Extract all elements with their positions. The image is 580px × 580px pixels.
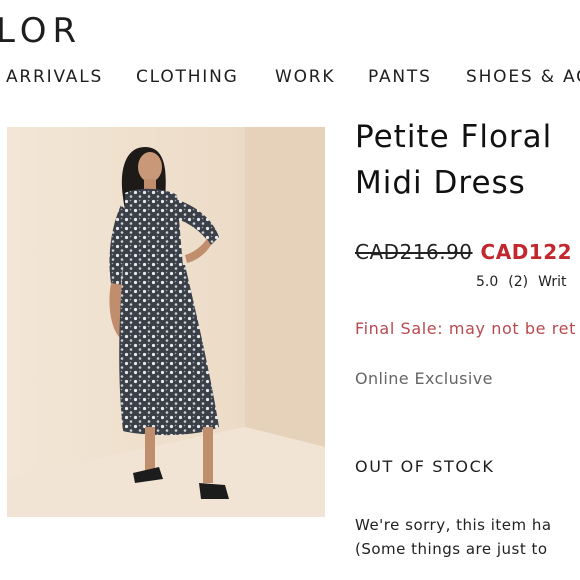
rating-row: 5.0 (2) Writ bbox=[476, 273, 576, 291]
product-page: LOR ARRIVALS CLOTHING WORK PANTS SHOES &… bbox=[0, 0, 580, 580]
product-photo-illustration bbox=[7, 127, 325, 517]
nav-item-shoes-accessories[interactable]: SHOES & AC bbox=[466, 66, 580, 88]
product-title-line-1: Petite Floral bbox=[355, 119, 553, 155]
product-title-line-2: Midi Dress bbox=[355, 165, 526, 201]
product-image[interactable] bbox=[7, 127, 325, 517]
sale-price: CAD122 bbox=[480, 240, 573, 264]
out-of-stock-message: We're sorry, this item ha (Some things a… bbox=[355, 513, 552, 561]
out-of-stock-message-line-1: We're sorry, this item ha bbox=[355, 516, 552, 534]
out-of-stock-message-line-2: (Some things are just to bbox=[355, 540, 548, 558]
main-nav: ARRIVALS CLOTHING WORK PANTS SHOES & AC bbox=[0, 66, 580, 88]
rating-value: 5.0 bbox=[476, 274, 499, 290]
original-price: CAD216.90 bbox=[355, 240, 473, 264]
write-review-link[interactable]: Writ bbox=[538, 274, 566, 290]
nav-item-clothing[interactable]: CLOTHING bbox=[136, 66, 239, 88]
stock-status: OUT OF STOCK bbox=[355, 457, 495, 476]
brand-logo[interactable]: LOR bbox=[0, 14, 82, 48]
nav-item-pants[interactable]: PANTS bbox=[368, 66, 432, 88]
rating-count[interactable]: (2) bbox=[508, 274, 528, 290]
price-row: CAD216.90 CAD122 bbox=[355, 240, 572, 264]
product-title: Petite Floral Midi Dress bbox=[355, 114, 580, 206]
nav-item-work[interactable]: WORK bbox=[275, 66, 335, 88]
final-sale-notice: Final Sale: may not be ret bbox=[355, 319, 576, 338]
online-exclusive-badge: Online Exclusive bbox=[355, 369, 493, 388]
nav-item-new-arrivals[interactable]: ARRIVALS bbox=[6, 66, 103, 88]
